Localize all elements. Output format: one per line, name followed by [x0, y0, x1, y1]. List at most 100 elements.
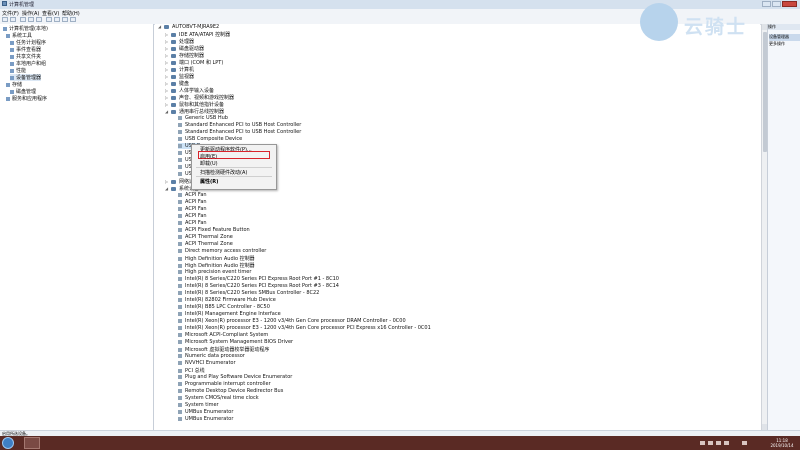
- system-device-icon: [178, 276, 182, 281]
- system-device-item[interactable]: Intel(R) Xeon(R) processor E3 - 1200 v3/…: [178, 325, 431, 331]
- computer-icon: [171, 67, 176, 72]
- category-keyboards[interactable]: ▷ 键盘: [165, 80, 189, 87]
- help-icon[interactable]: [36, 17, 42, 22]
- system-device-item[interactable]: ACPI Fan: [178, 199, 207, 205]
- knight-logo-icon: [640, 3, 678, 41]
- system-device-item[interactable]: ACPI Fan: [178, 206, 207, 212]
- system-device-item[interactable]: Numeric data processor: [178, 353, 245, 359]
- system-device-item[interactable]: Plug and Play Software Device Enumerator: [178, 374, 292, 380]
- uninstall-icon[interactable]: [70, 17, 76, 22]
- system-device-item[interactable]: Intel(R) Management Engine Interface: [178, 311, 281, 317]
- category-hid[interactable]: ▷ 人体学输入设备: [165, 87, 214, 94]
- system-device-item[interactable]: UMBus Enumerator: [178, 416, 233, 422]
- system-device-item[interactable]: ACPI Fan: [178, 213, 207, 219]
- system-device-item[interactable]: ACPI Fan: [178, 192, 207, 198]
- network-icon[interactable]: [716, 441, 721, 445]
- system-device-item[interactable]: Intel(R) B85 LPC Controller - 8C50: [178, 304, 270, 310]
- disable-icon[interactable]: [62, 17, 68, 22]
- system-device-icon: [178, 256, 182, 261]
- tray-icon[interactable]: [700, 441, 705, 445]
- category-usb-controllers[interactable]: ◢ 通用串行总线控制器: [165, 108, 224, 115]
- category-mice[interactable]: ▷ 鼠标和其他指针设备: [165, 101, 224, 108]
- tree-item-local-users[interactable]: 本地用户和组: [10, 60, 46, 67]
- usb-device[interactable]: USB Composite Device: [178, 136, 242, 142]
- system-device-item[interactable]: Microsoft 虚拟驱动器枚举器驱动程序: [178, 346, 269, 353]
- scan-icon[interactable]: [46, 17, 52, 22]
- tree-item-services-apps[interactable]: 服务和应用程序: [6, 95, 47, 102]
- system-device-item[interactable]: Remote Desktop Device Redirector Bus: [178, 388, 283, 394]
- tree-item-system-tools[interactable]: 系统工具: [6, 32, 32, 39]
- context-scan-hardware[interactable]: 扫描检测硬件改动(A): [200, 169, 247, 176]
- tray-icon[interactable]: [708, 441, 713, 445]
- system-device-item[interactable]: ACPI Thermal Zone: [178, 241, 233, 247]
- category-storage-controllers[interactable]: ▷ 存储控制器: [165, 52, 204, 59]
- tools-icon: [6, 33, 10, 38]
- usb-icon: [178, 122, 182, 127]
- system-device-icon: [178, 374, 182, 379]
- system-device-icon: [178, 416, 182, 421]
- tree-item-disk-management[interactable]: 磁盘管理: [10, 88, 36, 95]
- usb-device[interactable]: Standard Enhanced PCI to USB Host Contro…: [178, 122, 301, 128]
- system-device-item[interactable]: Intel(R) 8 Series/C220 Series PCI Expres…: [178, 276, 339, 282]
- system-device-item[interactable]: UMBus Enumerator: [178, 409, 233, 415]
- category-ide[interactable]: ▷ IDE ATA/ATAPI 控制器: [165, 31, 230, 38]
- system-device-item[interactable]: Microsoft System Management BIOS Driver: [178, 339, 293, 345]
- category-disk-drives[interactable]: ▷ 磁盘驱动器: [165, 45, 204, 52]
- system-device-item[interactable]: Intel(R) Xeon(R) processor E3 - 1200 v3/…: [178, 318, 406, 324]
- system-device-item[interactable]: ACPI Fixed Feature Button: [178, 227, 250, 233]
- input-method-icon[interactable]: [742, 441, 747, 445]
- context-uninstall[interactable]: 卸载(U): [200, 160, 218, 167]
- tree-item-task-scheduler[interactable]: 任务计划程序: [10, 39, 46, 46]
- tree-item-storage[interactable]: 存储: [6, 81, 22, 88]
- system-device-item[interactable]: ACPI Thermal Zone: [178, 234, 233, 240]
- computer-icon: [3, 26, 7, 31]
- system-clock[interactable]: 11:18 2019/10/14: [766, 436, 798, 450]
- forward-icon[interactable]: [10, 17, 16, 22]
- system-device-item[interactable]: PCI 总线: [178, 367, 205, 374]
- menu-separator: [196, 176, 272, 177]
- up-icon[interactable]: [20, 17, 26, 22]
- category-computer[interactable]: ▷ 计算机: [165, 66, 194, 73]
- device-tree-root[interactable]: ◢ AUTOBVT-MJRA9E2: [158, 24, 219, 30]
- system-device-item[interactable]: NVVHCI Enumerator: [178, 360, 236, 366]
- system-device-item[interactable]: Intel(R) 82802 Firmware Hub Device: [178, 297, 276, 303]
- tree-item-device-manager[interactable]: 设备管理器: [10, 74, 42, 81]
- context-enable[interactable]: 启用(E): [200, 153, 217, 160]
- system-device-item[interactable]: System timer: [178, 402, 219, 408]
- usb-device[interactable]: Standard Enhanced PCI to USB Host Contro…: [178, 129, 301, 135]
- system-device-icon: [178, 290, 182, 295]
- tree-item-shared-folders[interactable]: 共享文件夹: [10, 53, 41, 60]
- system-device-item[interactable]: Intel(R) 8 Series/C220 Series SMBus Cont…: [178, 290, 319, 296]
- system-device-icon: [178, 339, 182, 344]
- category-ports[interactable]: ▷ 端口 (COM 和 LPT): [165, 59, 223, 66]
- system-device-item[interactable]: High precision event timer: [178, 269, 251, 275]
- category-processors[interactable]: ▷ 处理器: [165, 38, 194, 45]
- system-device-item[interactable]: ACPI Fan: [178, 220, 207, 226]
- system-device-icon: [178, 402, 182, 407]
- tree-item-performance[interactable]: 性能: [10, 67, 26, 74]
- users-icon: [10, 61, 14, 66]
- taskbar-computer-management[interactable]: [24, 437, 40, 449]
- volume-icon[interactable]: [724, 441, 729, 445]
- properties-icon[interactable]: [28, 17, 34, 22]
- category-sound[interactable]: ▷ 声音、视频和游戏控制器: [165, 94, 234, 101]
- system-device-item[interactable]: High Definition Audio 控制器: [178, 262, 255, 269]
- device-manager-icon: [10, 75, 14, 80]
- port-icon: [171, 60, 176, 65]
- system-device-item[interactable]: High Definition Audio 控制器: [178, 255, 255, 262]
- action-more[interactable]: 更多操作: [769, 41, 800, 48]
- clock-date: 2019/10/14: [770, 443, 794, 448]
- update-driver-icon[interactable]: [54, 17, 60, 22]
- category-monitors[interactable]: ▷ 监视器: [165, 73, 194, 80]
- system-device-item[interactable]: Direct memory access controller: [178, 248, 266, 254]
- start-button-icon[interactable]: [2, 437, 14, 449]
- context-properties[interactable]: 属性(R): [200, 178, 218, 185]
- usb-device[interactable]: Generic USB Hub: [178, 115, 228, 121]
- system-device-item[interactable]: System CMOS/real time clock: [178, 395, 259, 401]
- tree-item-computer-management[interactable]: 计算机管理(本地): [3, 25, 48, 32]
- system-device-item[interactable]: Intel(R) 8 Series/C220 Series PCI Expres…: [178, 283, 339, 289]
- back-icon[interactable]: [2, 17, 8, 22]
- tree-item-event-viewer[interactable]: 事件查看器: [10, 46, 41, 53]
- system-device-item[interactable]: Programmable interrupt controller: [178, 381, 271, 387]
- system-device-item[interactable]: Microsoft ACPI-Compliant System: [178, 332, 268, 338]
